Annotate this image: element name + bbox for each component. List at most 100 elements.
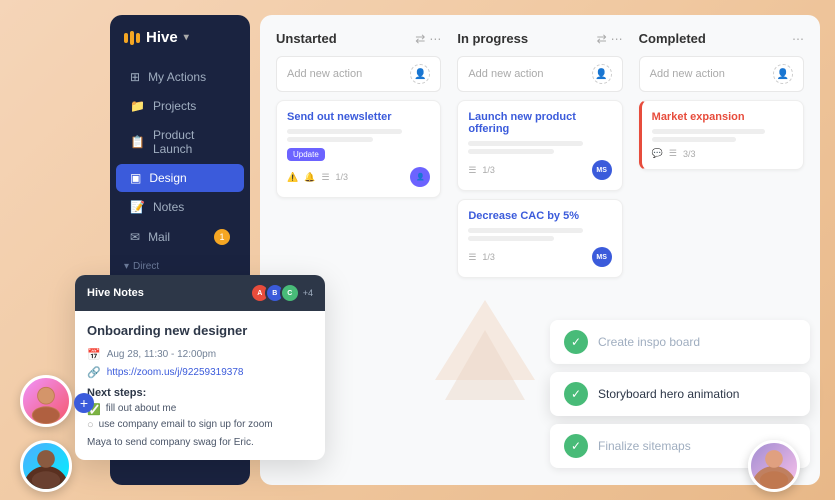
transfer-icon[interactable]: ⇄ [597, 32, 607, 46]
chevron-icon: ▾ [124, 261, 129, 272]
card-footer: ⚠️ 🔔 ☰ 1/3 👤 [287, 167, 430, 187]
board-icon: 📋 [130, 135, 145, 149]
float-avatar-person-1 [20, 375, 72, 427]
card-lines [468, 228, 611, 241]
sidebar-item-product-launch[interactable]: 📋 Product Launch [116, 121, 244, 163]
brand-name: Hive [146, 29, 178, 46]
subtask-icon: ☰ [468, 252, 476, 263]
column-actions: ⇄ ⋯ [597, 32, 623, 46]
sidebar-item-design[interactable]: ▣ Design [116, 164, 244, 192]
column-header-unstarted: Unstarted ⇄ ⋯ [276, 31, 441, 46]
next-steps-label: Next steps: [87, 387, 313, 399]
maya-note: Maya to send company swag for Eric. [87, 437, 313, 448]
action-check-icon: ✓ [564, 382, 588, 406]
mail-badge: 1 [214, 229, 230, 245]
action-text: Storyboard hero animation [598, 387, 739, 401]
column-header-in-progress: In progress ⇄ ⋯ [457, 31, 622, 46]
column-title: Completed [639, 31, 706, 46]
add-action-completed[interactable]: Add new action 👤 [639, 56, 804, 92]
card-meta: ☰ 1/3 [468, 165, 495, 176]
card-title: Send out newsletter [287, 111, 430, 123]
step-2-text: use company email to sign up for zoom [99, 419, 273, 430]
card-avatar: 👤 [410, 167, 430, 187]
card-decrease-cac[interactable]: Decrease CAC by 5% ☰ 1/3 MS [457, 199, 622, 278]
link-icon: 🔗 [87, 366, 101, 379]
subtask-icon: ☰ [669, 148, 677, 159]
card-avatar: MS [592, 247, 612, 267]
float-avatar-person-3 [748, 440, 800, 492]
sidebar-item-my-actions[interactable]: ⊞ My Actions [116, 63, 244, 91]
mail-icon: ✉ [130, 230, 140, 244]
sidebar-item-label: Projects [153, 99, 196, 113]
notes-avatar-3: C [280, 283, 300, 303]
add-action-unstarted[interactable]: Add new action 👤 [276, 56, 441, 92]
transfer-icon[interactable]: ⇄ [415, 32, 425, 46]
more-icon[interactable]: ⋯ [429, 32, 441, 46]
grid-icon: ⊞ [130, 70, 140, 84]
sidebar-item-notes[interactable]: 📝 Notes [116, 193, 244, 221]
assignee-icon: 👤 [592, 64, 612, 84]
action-text: Create inspo board [598, 335, 700, 349]
bell-icon: 🔔 [304, 172, 315, 183]
card-tags: Update [287, 148, 430, 161]
add-action-placeholder: Add new action [650, 68, 725, 80]
card-title: Decrease CAC by 5% [468, 210, 611, 222]
notes-avatar-count: +4 [303, 288, 313, 298]
card-avatar: MS [592, 160, 612, 180]
subtask-icon: ☰ [468, 165, 476, 176]
action-item-create-inspo[interactable]: ✓ Create inspo board [550, 320, 810, 364]
add-person-button[interactable]: + [74, 393, 94, 413]
card-lines [652, 129, 793, 142]
notes-avatars-group: A B C +4 [250, 283, 313, 303]
card-meta: ☰ 1/3 [468, 252, 495, 263]
brand-dropdown-icon[interactable]: ▾ [184, 32, 189, 43]
direct-section-label: ▾ Direct [110, 253, 250, 276]
brand-logo[interactable]: Hive ▾ [110, 29, 250, 62]
notes-zoom-link[interactable]: https://zoom.us/j/92259319378 [107, 367, 244, 378]
assignee-icon: 👤 [410, 64, 430, 84]
card-footer: 💬 ☰ 3/3 [652, 148, 793, 159]
card-footer: ☰ 1/3 MS [468, 247, 611, 267]
card-send-newsletter[interactable]: Send out newsletter Update ⚠️ 🔔 ☰ 1/3 👤 [276, 100, 441, 198]
card-launch-product[interactable]: Launch new product offering ☰ 1/3 MS [457, 100, 622, 191]
notes-popup-body: Onboarding new designer 📅 Aug 28, 11:30 … [75, 311, 325, 460]
notes-date: 📅 Aug 28, 11:30 - 12:00pm [87, 348, 313, 361]
step-2: ○ use company email to sign up for zoom [87, 419, 313, 431]
float-avatar-person-2 [20, 440, 72, 492]
column-actions: ⇄ ⋯ [415, 32, 441, 46]
more-icon[interactable]: ⋯ [792, 32, 804, 46]
action-check-icon: ✓ [564, 434, 588, 458]
card-meta: 💬 ☰ 3/3 [652, 148, 696, 159]
column-title: In progress [457, 31, 528, 46]
card-title: Market expansion [652, 111, 793, 123]
sidebar-item-label: Notes [153, 200, 184, 214]
card-lines [287, 129, 430, 142]
action-check-icon: ✓ [564, 330, 588, 354]
column-title: Unstarted [276, 31, 337, 46]
add-action-placeholder: Add new action [287, 68, 362, 80]
card-market-expansion[interactable]: Market expansion 💬 ☰ 3/3 [639, 100, 804, 170]
sidebar-item-projects[interactable]: 📁 Projects [116, 92, 244, 120]
notes-popup-header: Hive Notes A B C +4 [75, 275, 325, 311]
tag-update: Update [287, 148, 325, 161]
column-header-completed: Completed ⋯ [639, 31, 804, 46]
card-title: Launch new product offering [468, 111, 611, 135]
notes-date-text: Aug 28, 11:30 - 12:00pm [107, 349, 216, 360]
subtask-icon: ☰ [321, 172, 329, 183]
more-icon[interactable]: ⋯ [611, 32, 623, 46]
notes-link-row: 🔗 https://zoom.us/j/92259319378 [87, 366, 313, 379]
column-actions: ⋯ [792, 32, 804, 46]
subtask-count: 1/3 [336, 172, 349, 182]
action-text: Finalize sitemaps [598, 439, 691, 453]
action-item-storyboard[interactable]: ✓ Storyboard hero animation [550, 372, 810, 416]
notes-main-title: Onboarding new designer [87, 323, 313, 338]
hive-logo-mark [124, 31, 140, 45]
calendar-icon: 📅 [87, 348, 101, 361]
add-action-in-progress[interactable]: Add new action 👤 [457, 56, 622, 92]
subtask-count: 1/3 [482, 165, 495, 175]
card-footer: ☰ 1/3 MS [468, 160, 611, 180]
sidebar-item-mail[interactable]: ✉ Mail 1 [116, 222, 244, 252]
warning-icon: ⚠️ [287, 172, 298, 183]
subtask-count: 1/3 [482, 252, 495, 262]
subtask-count: 3/3 [683, 149, 696, 159]
